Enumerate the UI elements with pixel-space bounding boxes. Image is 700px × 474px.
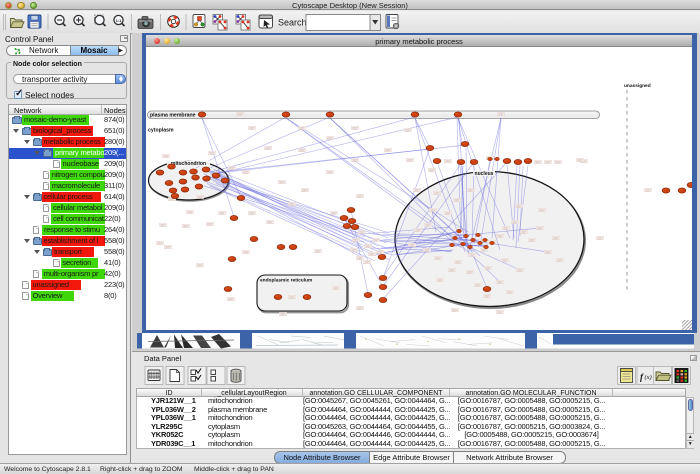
svg-text:endoplasmic reticulum: endoplasmic reticulum <box>260 278 312 284</box>
svg-text:1:1: 1:1 <box>116 18 123 23</box>
svg-text:mitochondrion: mitochondrion <box>171 161 206 167</box>
svg-text:(x): (x) <box>645 374 652 381</box>
svg-text:Search:: Search: <box>278 18 309 28</box>
svg-text:nucleus: nucleus <box>475 171 494 177</box>
svg-text:unassigned: unassigned <box>624 83 651 89</box>
svg-text:plasma membrane: plasma membrane <box>150 113 196 119</box>
svg-text:cytoplasm: cytoplasm <box>148 128 174 134</box>
